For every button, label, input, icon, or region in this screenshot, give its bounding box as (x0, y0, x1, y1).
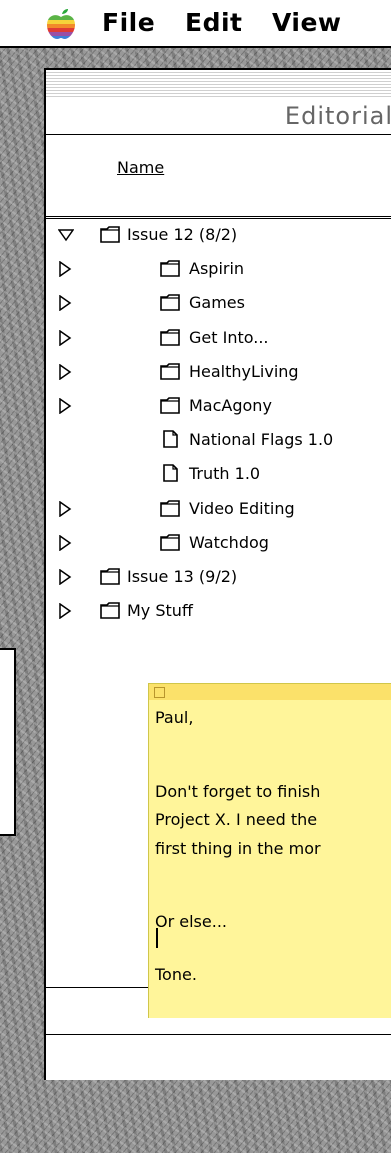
disclosure-triangle-closed-icon[interactable] (58, 602, 72, 620)
menu-bar: File Edit View (0, 0, 391, 48)
folder-icon[interactable] (160, 533, 180, 551)
list-item-label: HealthyLiving (189, 361, 299, 381)
list-item[interactable]: HealthyLiving (46, 355, 391, 389)
list-item[interactable]: MacAgony (46, 389, 391, 423)
disclosure-triangle-closed-icon[interactable] (58, 329, 72, 347)
document-icon[interactable] (160, 464, 180, 483)
list-item[interactable]: Issue 13 (9/2) (46, 560, 391, 594)
list-item-label: Get Into... (189, 327, 269, 347)
folder-icon[interactable] (160, 259, 180, 277)
list-item-label: Watchdog (189, 532, 269, 552)
folder-icon[interactable] (160, 396, 180, 414)
apple-menu-icon[interactable] (44, 8, 78, 40)
folder-icon[interactable] (100, 225, 120, 243)
folder-icon[interactable] (160, 293, 180, 312)
disclosure-triangle-closed-icon[interactable] (58, 568, 72, 586)
folder-icon[interactable] (100, 567, 120, 585)
sticky-text-line: Project X. I need the (155, 810, 318, 829)
menu-file[interactable]: File (102, 8, 155, 37)
disclosure-triangle-closed-icon[interactable] (58, 500, 72, 518)
list-item[interactable]: Video Editing (46, 492, 391, 526)
list-header (46, 136, 391, 219)
folder-icon[interactable] (160, 499, 180, 517)
list-item-label: Games (189, 293, 245, 313)
list-item-label: Issue 12 (8/2) (127, 225, 238, 244)
list-item-label: MacAgony (189, 396, 272, 415)
text-cursor (156, 928, 158, 948)
sticky-text-line: first thing in the mor (155, 839, 321, 858)
folder-icon[interactable] (160, 362, 180, 380)
list-item-label: Truth 1.0 (189, 464, 261, 484)
list-item-label: My Stuff (127, 601, 193, 621)
window-divider (46, 1034, 391, 1035)
menu-edit[interactable]: Edit (185, 8, 243, 37)
sticky-text-line: Tone. (155, 965, 197, 984)
list-item[interactable]: National Flags 1.0 (46, 423, 391, 457)
disclosure-triangle-closed-icon[interactable] (58, 363, 72, 381)
disclosure-triangle-closed-icon[interactable] (58, 260, 72, 278)
sticky-text-line: Or else... (155, 912, 227, 931)
list-item-label: Aspirin (189, 259, 245, 279)
disclosure-triangle-closed-icon[interactable] (58, 397, 72, 415)
folder-icon[interactable] (100, 601, 120, 619)
background-window-fragment[interactable] (0, 648, 16, 836)
sticky-title-bar[interactable] (149, 684, 391, 700)
disclosure-triangle-closed-icon[interactable] (58, 534, 72, 552)
menu-view[interactable]: View (272, 8, 342, 37)
document-icon[interactable] (160, 430, 180, 448)
close-box-icon[interactable] (154, 687, 165, 698)
title-divider (46, 134, 391, 135)
list-item-label: National Flags 1.0 (189, 430, 334, 450)
sticky-text-line: Paul, (155, 708, 194, 727)
window-title-bar[interactable] (46, 70, 391, 98)
sticky-note[interactable]: Paul, Don't forget to finish Project X. I … (148, 683, 391, 1018)
list-item[interactable]: Watchdog (46, 526, 391, 560)
list-item[interactable]: Issue 12 (8/2) (46, 218, 391, 252)
list-item-label: Issue 13 (9/2) (127, 567, 238, 586)
list-item[interactable]: Get Into... (46, 321, 391, 355)
disclosure-triangle-closed-icon[interactable] (58, 294, 72, 312)
sticky-text-line: Don't forget to finish (155, 782, 321, 801)
list-item[interactable]: Aspirin (46, 252, 391, 286)
folder-icon[interactable] (160, 328, 180, 346)
window-title: Editorial (284, 102, 391, 130)
list-item[interactable]: Truth 1.0 (46, 457, 391, 491)
disclosure-triangle-open-icon[interactable] (57, 227, 75, 243)
column-header-name[interactable]: Name (117, 158, 164, 177)
list-item[interactable]: My Stuff (46, 594, 391, 628)
list-item[interactable]: Games (46, 286, 391, 320)
list-item-label: Video Editing (189, 498, 295, 518)
